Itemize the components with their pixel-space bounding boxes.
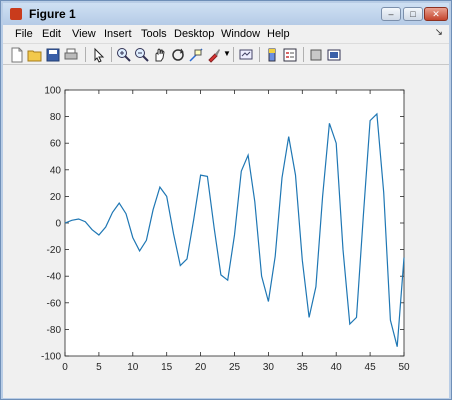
minimize-button[interactable]: – (381, 7, 401, 21)
y-tick-label: -80 (47, 325, 62, 336)
y-tick-label: 40 (50, 165, 62, 176)
menu-file[interactable]: File (15, 28, 33, 40)
maximize-button[interactable]: □ (403, 7, 423, 21)
x-tick-label: 45 (365, 362, 377, 373)
x-tick-label: 5 (96, 362, 102, 373)
y-tick-label: -100 (41, 352, 61, 363)
x-tick-label: 20 (195, 362, 207, 373)
colorbar-icon[interactable] (264, 47, 280, 63)
figure-window: Figure 1 – □ ✕ File Edit View Insert Too… (0, 0, 452, 400)
y-tick-label: -60 (47, 298, 62, 309)
axes-box[interactable] (64, 89, 405, 357)
new-figure-icon[interactable] (9, 47, 25, 63)
toolbar-separator (233, 47, 234, 62)
x-tick-label: 40 (331, 362, 343, 373)
zoom-in-icon[interactable] (116, 47, 132, 63)
menu-desktop[interactable]: Desktop (174, 28, 214, 40)
menu-window[interactable]: Window (221, 28, 260, 40)
menu-view[interactable]: View (72, 28, 96, 40)
link-icon[interactable] (238, 47, 254, 63)
matlab-logo-icon (10, 8, 22, 20)
rotate-icon[interactable] (170, 47, 186, 63)
x-tick-label: 15 (161, 362, 173, 373)
toolbar-separator (111, 47, 112, 62)
brush-icon[interactable] (206, 47, 222, 63)
title-bar[interactable]: Figure 1 – □ ✕ (3, 3, 449, 25)
x-tick-label: 50 (398, 362, 410, 373)
y-tick-label: 0 (55, 219, 61, 230)
y-tick-label: 60 (50, 139, 62, 150)
toolbar-separator (259, 47, 260, 62)
legend-icon[interactable] (282, 47, 298, 63)
window-title: Figure 1 (29, 7, 76, 21)
save-icon[interactable] (45, 47, 61, 63)
toolbar-separator (85, 47, 86, 62)
x-tick-label: 35 (297, 362, 309, 373)
figure-toolbar: ▼ (3, 43, 449, 65)
x-tick-label: 30 (263, 362, 275, 373)
y-tick-label: 80 (50, 112, 62, 123)
menu-edit[interactable]: Edit (42, 28, 61, 40)
menu-dock-arrow-icon[interactable]: ↘ (435, 27, 443, 38)
zoom-out-icon[interactable] (134, 47, 150, 63)
show-plot-tools-icon[interactable] (326, 47, 342, 63)
toolbar-separator (303, 47, 304, 62)
data-cursor-icon[interactable] (188, 47, 204, 63)
menu-insert[interactable]: Insert (104, 28, 132, 40)
y-tick-label: 100 (44, 86, 61, 97)
open-icon[interactable] (27, 47, 43, 63)
menu-bar: File Edit View Insert Tools Desktop Wind… (3, 25, 449, 43)
menu-tools[interactable]: Tools (141, 28, 167, 40)
close-button[interactable]: ✕ (424, 7, 448, 21)
figure-canvas: 0 5 10 15 20 25 30 35 40 45 50 -100 -80 -60 -40 -20 0 20 4… (3, 65, 449, 398)
hide-plot-tools-icon[interactable] (308, 47, 324, 63)
plot-svg[interactable]: 0 5 10 15 20 25 30 35 40 45 50 -100 -80 -60 -40 -20 0 20 4… (3, 65, 449, 398)
x-tick-label: 0 (62, 362, 68, 373)
pan-icon[interactable] (152, 47, 168, 63)
y-tick-label: 20 (50, 192, 62, 203)
x-tick-label: 25 (229, 362, 241, 373)
y-tick-label: -20 (47, 245, 62, 256)
brush-dropdown-icon[interactable]: ▼ (223, 49, 231, 58)
y-tick-label: -40 (47, 272, 62, 283)
menu-help[interactable]: Help (267, 28, 290, 40)
x-tick-label: 10 (127, 362, 139, 373)
pointer-icon[interactable] (91, 47, 107, 63)
print-icon[interactable] (63, 47, 79, 63)
